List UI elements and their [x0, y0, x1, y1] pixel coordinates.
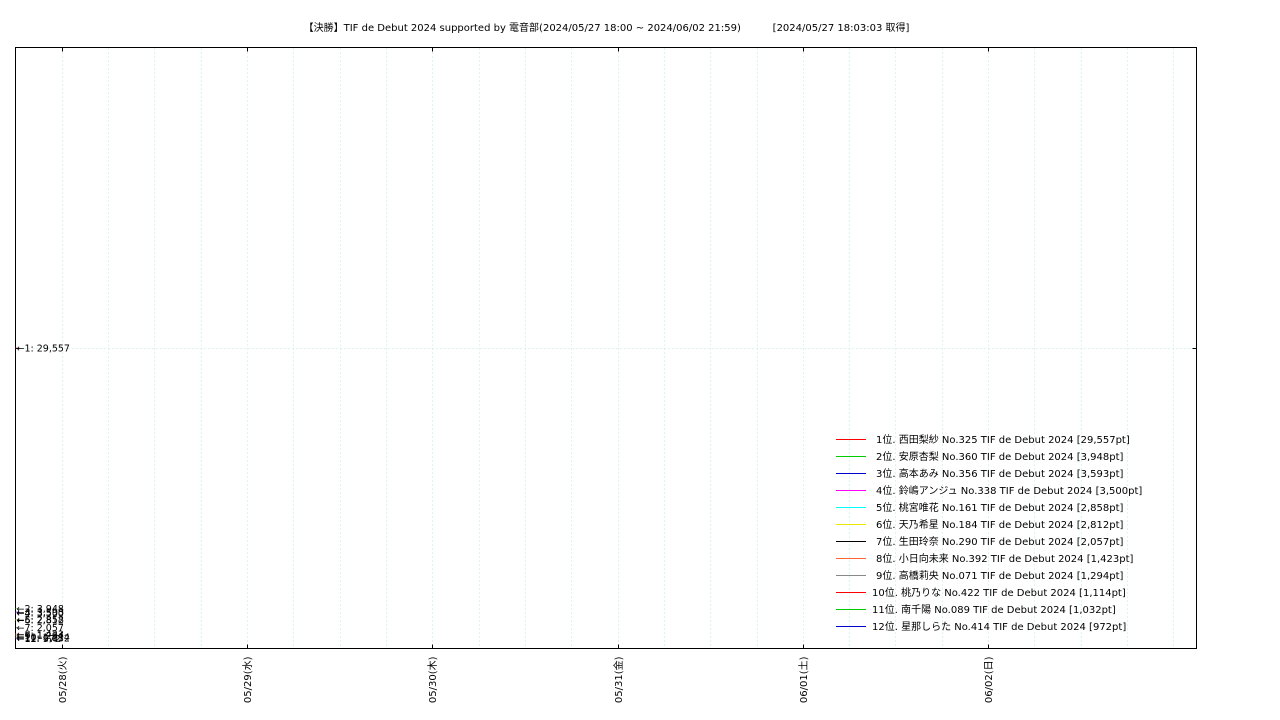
x-tick-label: 05/28(火): [57, 656, 69, 703]
legend-entry-label: 1位. 西田梨紗 No.325 TIF de Debut 2024 [29,55…: [876, 433, 1130, 446]
series-end-label: ←12: 972: [17, 634, 61, 645]
series-end-label: ←1: 29,557: [17, 344, 70, 355]
legend-entry-label: 6位. 天乃希星 No.184 TIF de Debut 2024 [2,812…: [876, 518, 1123, 531]
legend-entry-label: 3位. 高本あみ No.356 TIF de Debut 2024 [3,593…: [876, 467, 1123, 480]
legend-entry-label: 11位. 南千陽 No.089 TIF de Debut 2024 [1,032…: [872, 603, 1116, 616]
legend-entry-label: 2位. 安原杏梨 No.360 TIF de Debut 2024 [3,948…: [876, 450, 1123, 463]
x-tick-label: 06/02(日): [984, 656, 995, 703]
x-tick-label: 05/31(金): [612, 656, 625, 703]
legend-entry-label: 7位. 生田玲奈 No.290 TIF de Debut 2024 [2,057…: [876, 535, 1123, 548]
legend-entry-label: 5位. 桃宮唯花 No.161 TIF de Debut 2024 [2,858…: [876, 501, 1123, 514]
legend-entry-label: 10位. 桃乃りな No.422 TIF de Debut 2024 [1,11…: [872, 586, 1126, 599]
legend-entry-label: 4位. 鈴嶋アンジュ No.338 TIF de Debut 2024 [3,5…: [876, 484, 1142, 497]
chart-canvas: 05/28(火) 05/29(水) 05/30(木) 05/31(金) 06/01(土)…: [15, 47, 1197, 703]
x-tick-label: 06/01(土): [797, 656, 810, 703]
x-tick-label: 05/30(木): [427, 656, 439, 703]
x-tick-label: 05/29(水): [242, 656, 254, 703]
legend-entry-label: 12位. 星那しらた No.414 TIF de Debut 2024 [972…: [872, 620, 1126, 633]
legend-entry-label: 8位. 小日向未来 No.392 TIF de Debut 2024 [1,42…: [876, 552, 1133, 565]
legend-entry-label: 9位. 高橋莉央 No.071 TIF de Debut 2024 [1,294…: [876, 569, 1123, 582]
